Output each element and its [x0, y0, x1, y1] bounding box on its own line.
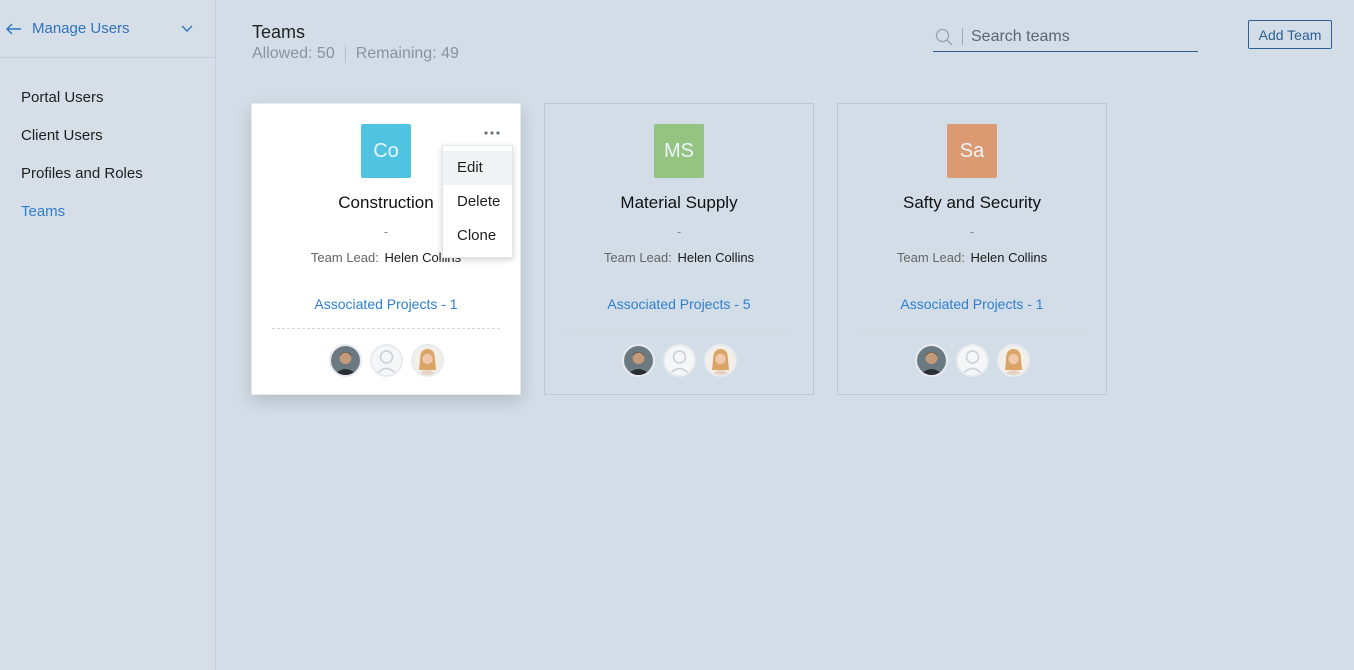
team-limits: Allowed: 50 Remaining: 49 — [252, 45, 459, 63]
team-members — [838, 344, 1106, 377]
member-avatar-placeholder[interactable] — [955, 344, 989, 377]
menu-item-delete[interactable]: Delete — [443, 185, 512, 219]
team-options-menu: Edit Delete Clone — [442, 145, 513, 258]
team-description: - — [676, 224, 682, 239]
back-arrow-icon[interactable] — [6, 21, 24, 37]
sidebar-item-teams[interactable]: Teams — [0, 200, 215, 238]
sidebar-item-portal-users[interactable]: Portal Users — [0, 86, 215, 124]
card-divider — [858, 328, 1086, 329]
team-description: - — [969, 224, 975, 239]
team-lead-label: Team Lead: — [603, 250, 672, 265]
team-initials-badge: MS — [654, 124, 704, 178]
member-avatar-man[interactable] — [914, 344, 948, 377]
member-avatar-man[interactable] — [621, 344, 655, 377]
team-members — [252, 344, 520, 377]
team-lead: Team Lead: Helen Collins — [545, 250, 813, 265]
team-lead-label: Team Lead: — [310, 250, 379, 265]
sidebar-title: Manage Users — [32, 20, 130, 37]
add-team-button[interactable]: Add Team — [1248, 20, 1332, 49]
sidebar-item-client-users[interactable]: Client Users — [0, 124, 215, 162]
team-lead-label: Team Lead: — [896, 250, 965, 265]
sidebar-nav: Portal Users Client Users Profiles and R… — [0, 58, 215, 238]
associated-projects-link[interactable]: Associated Projects - 1 — [838, 296, 1106, 312]
member-avatar-woman[interactable] — [410, 344, 444, 377]
team-lead-name: Helen Collins — [970, 250, 1048, 265]
manage-users-header[interactable]: Manage Users — [0, 0, 215, 58]
menu-item-clone[interactable]: Clone — [443, 219, 512, 253]
search-divider — [962, 28, 963, 45]
associated-projects-link[interactable]: Associated Projects - 1 — [252, 296, 520, 312]
allowed-count: Allowed: 50 — [252, 45, 335, 62]
member-avatar-man[interactable] — [328, 344, 362, 377]
associated-projects-link[interactable]: Associated Projects - 5 — [545, 296, 813, 312]
team-name: Safty and Security — [903, 193, 1041, 212]
page-title: Teams — [252, 22, 306, 42]
limits-divider — [344, 45, 346, 63]
member-avatar-woman[interactable] — [703, 344, 737, 377]
chevron-down-icon[interactable] — [181, 23, 193, 35]
team-lead-name: Helen Collins — [677, 250, 755, 265]
sidebar-item-profiles-roles[interactable]: Profiles and Roles — [0, 162, 215, 200]
team-card-material-supply[interactable]: MS Material Supply - Team Lead: Helen Co… — [544, 103, 814, 395]
main-content: Teams Allowed: 50 Remaining: 49 Add Team… — [216, 0, 1354, 670]
team-lead: Team Lead: Helen Collins — [838, 250, 1106, 265]
member-avatar-placeholder[interactable] — [369, 344, 403, 377]
remaining-count: Remaining: 49 — [355, 45, 459, 62]
card-divider — [272, 328, 500, 329]
search-icon — [935, 27, 955, 47]
menu-item-edit[interactable]: Edit — [443, 151, 512, 185]
member-avatar-woman[interactable] — [996, 344, 1030, 377]
more-options-icon[interactable] — [484, 126, 502, 140]
member-avatar-placeholder[interactable] — [662, 344, 696, 377]
sidebar: Manage Users Portal Users Client Users P… — [0, 0, 216, 670]
team-initials-badge: Co — [361, 124, 411, 178]
team-name: Material Supply — [620, 193, 738, 212]
team-initials-badge: Sa — [947, 124, 997, 178]
card-divider — [565, 328, 793, 329]
search-bar — [933, 22, 1198, 52]
team-card-safty-security[interactable]: Sa Safty and Security - Team Lead: Helen… — [837, 103, 1107, 395]
search-input[interactable] — [971, 27, 1191, 46]
team-members — [545, 344, 813, 377]
